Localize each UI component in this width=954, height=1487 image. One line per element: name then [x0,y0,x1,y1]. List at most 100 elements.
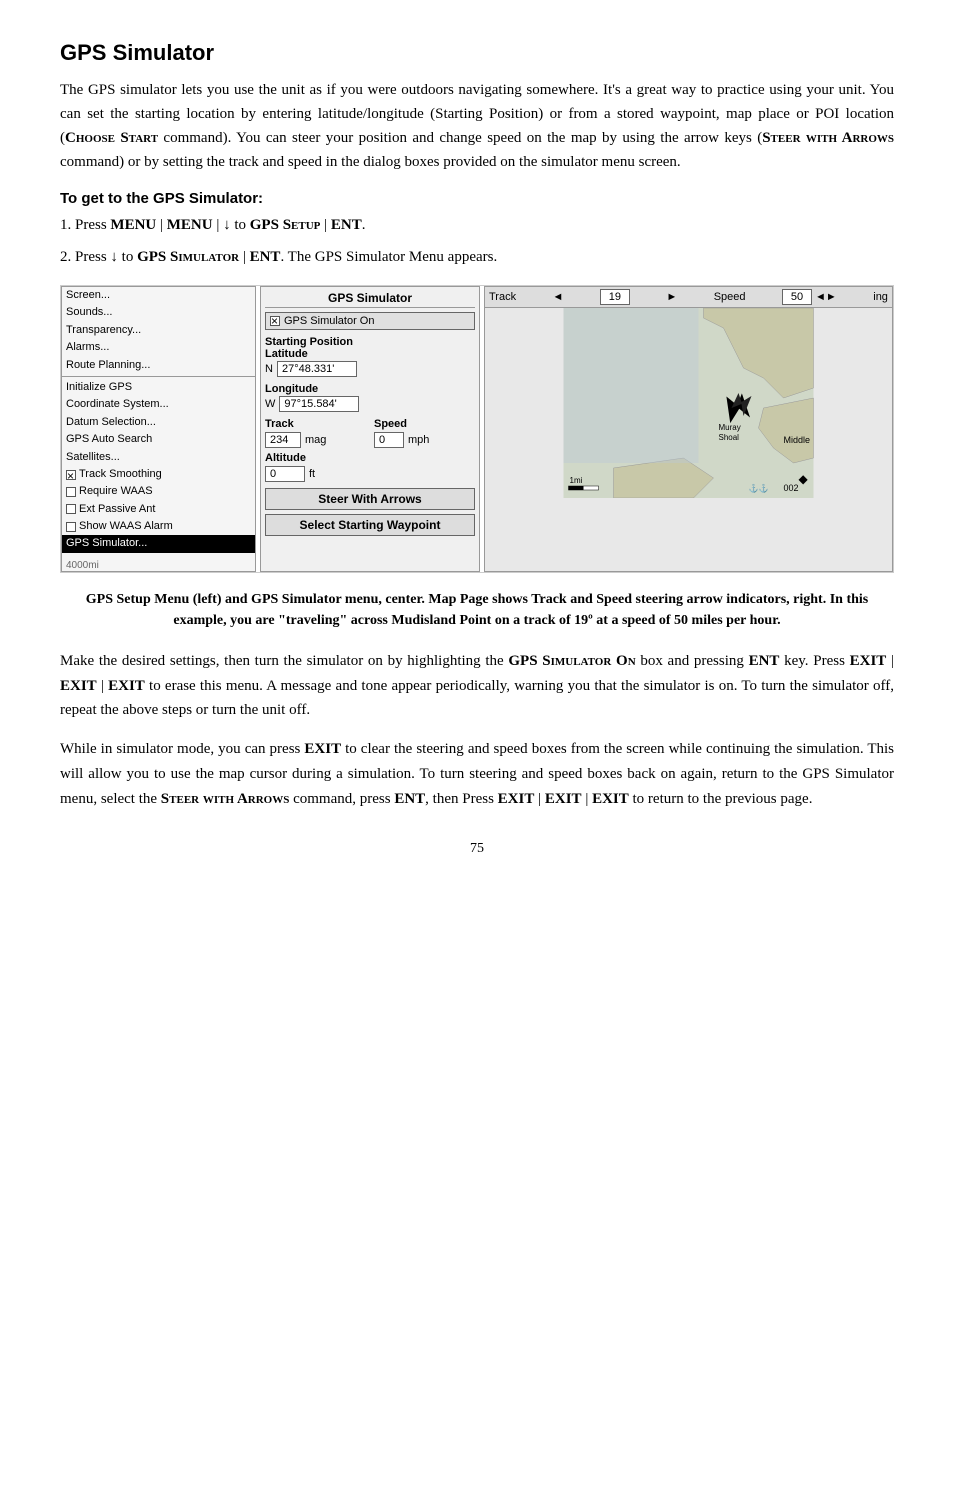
figure-container: Screen... Sounds... Transparency... Alar… [60,285,894,573]
figure-caption: GPS Setup Menu (left) and GPS Simulator … [60,589,894,631]
step1-menu1: MENU [110,217,156,233]
menu-item-alarms: Alarms... [62,339,255,356]
track-arrow-right: ► [666,291,677,303]
menu-scale: 4000mi [62,558,103,573]
starting-pos-label: Starting Position [265,336,475,348]
map-panel: Track ◄ 19 ► Speed 50 ◄► ing [484,286,893,572]
step2-end: . The GPS Simulator Menu appears. [280,249,497,265]
page-title: GPS Simulator [60,40,894,66]
step1-prefix: 1. Press [60,217,110,233]
body1-sep1: | [886,653,894,669]
svg-text:Middle: Middle [784,435,811,445]
body2-sep2: | [582,791,593,807]
speed-field: 50 [782,289,812,305]
menu-item-datum: Datum Selection... [62,414,255,431]
latitude-value: 27°48.331' [277,361,357,377]
body2-exit3: EXIT [545,791,582,807]
heading-label: ing [873,291,888,303]
intro-text-3: command) or by setting the track and spe… [60,154,681,170]
body1-text4: to erase this menu. A message and tone a… [60,678,894,719]
step1-gps-setup: GPS Setup [250,217,321,233]
svg-text:⚓: ⚓ [759,483,769,493]
track-unit: mag [305,434,326,446]
latitude-label: Latitude [265,348,475,360]
body-paragraph-2: While in simulator mode, you can press E… [60,737,894,811]
longitude-label: Longitude [265,383,475,395]
menu-item-ext-passive: Ext Passive Ant [62,501,255,518]
require-waas-checkbox [66,487,76,497]
body2-text5: to return to the previous page. [629,791,813,807]
page-number: 75 [60,841,894,857]
longitude-value: 97°15.584' [279,396,359,412]
menu-item-screen: Screen... [62,287,255,304]
body2-sep1: | [534,791,545,807]
altitude-label: Altitude [265,452,475,464]
ext-passive-checkbox [66,504,76,514]
menu-divider [62,376,255,377]
steer-with-arrows-button[interactable]: Steer With Arrows [265,488,475,510]
map-svg: Middle Muray Shoal 1mi 002 ⚓ ⚓ ◆ [485,308,892,498]
body2-exit4: EXIT [592,791,629,807]
step1-sep2: | [320,217,331,233]
menu-item-gps-auto: GPS Auto Search [62,431,255,448]
body1-exit1: EXIT [850,653,887,669]
svg-text:⚓: ⚓ [749,483,759,493]
menu-item-transparency: Transparency... [62,322,255,339]
svg-text:◆: ◆ [799,472,809,486]
track-smoothing-checkbox [66,470,76,480]
select-starting-waypoint-button[interactable]: Select Starting Waypoint [265,514,475,536]
track-value: 234 [265,432,301,448]
step1-arrow: | ↓ to [213,217,250,233]
speed-unit: mph [408,434,429,446]
speed-label: Speed [374,418,475,430]
steer-arrows-cmd: Steer with Arrows [762,130,894,146]
intro-text-2: command). You can steer your position an… [158,130,762,146]
step2-gps-sim: GPS Simulator [137,249,239,265]
menu-item-coord-system: Coordinate System... [62,396,255,413]
track-row: 234 mag [265,432,366,448]
body2-ent: ENT [394,791,425,807]
menu-item-track-smoothing: Track Smoothing [62,466,255,483]
map-content: Middle Muray Shoal 1mi 002 ⚓ ⚓ ◆ [485,308,892,498]
body1-ent: ENT [749,653,780,669]
svg-text:002: 002 [784,483,799,493]
step1-end: . [362,217,366,233]
body2-steer-cmd: Steer with Arrows [161,791,290,807]
choose-start-cmd: Choose Start [65,130,158,146]
speed-row: 0 mph [374,432,475,448]
starting-position-group: Starting Position Latitude N 27°48.331' [265,336,475,377]
speed-arrows: ◄► [815,291,837,303]
track-header-value: 19 [600,289,630,305]
altitude-group: Altitude 0 ft [265,452,475,482]
step1-menu2: MENU [167,217,213,233]
body1-sep2: | [97,678,108,694]
track-header-label: Track [489,291,516,303]
show-waas-checkbox [66,522,76,532]
menu-item-require-waas: Require WAAS [62,483,255,500]
body2-text1: While in simulator mode, you can press [60,741,304,757]
svg-text:Shoal: Shoal [719,433,740,442]
step-1: 1. Press MENU | MENU | ↓ to GPS Setup | … [60,213,894,237]
body2-exit: EXIT [304,741,341,757]
altitude-unit: ft [309,468,315,480]
longitude-group: Longitude W 97°15.584' [265,383,475,412]
gps-setup-menu-panel: Screen... Sounds... Transparency... Alar… [61,286,256,572]
body1-gps-sim-on: GPS Simulator On [508,653,635,669]
step1-ent: ENT [331,217,362,233]
lat-prefix: N [265,363,273,375]
intro-paragraph: The GPS simulator lets you use the unit … [60,78,894,174]
track-arrow-left: ◄ [553,291,564,303]
body2-text4: , then Press [425,791,498,807]
altitude-row: 0 ft [265,466,475,482]
gps-on-row: GPS Simulator On [265,312,475,330]
track-speed-group: Track 234 mag Speed 0 mph [265,418,475,448]
section-heading: To get to the GPS Simulator: [60,190,894,207]
track-col: Track 234 mag [265,418,366,448]
step2-sep: | [239,249,250,265]
body1-exit3: EXIT [108,678,145,694]
menu-item-satellites: Satellites... [62,449,255,466]
speed-value: 0 [374,432,404,448]
step2-prefix: 2. Press ↓ to [60,249,137,265]
speed-header-value: 50 ◄► [782,289,837,305]
longitude-row: W 97°15.584' [265,396,475,412]
